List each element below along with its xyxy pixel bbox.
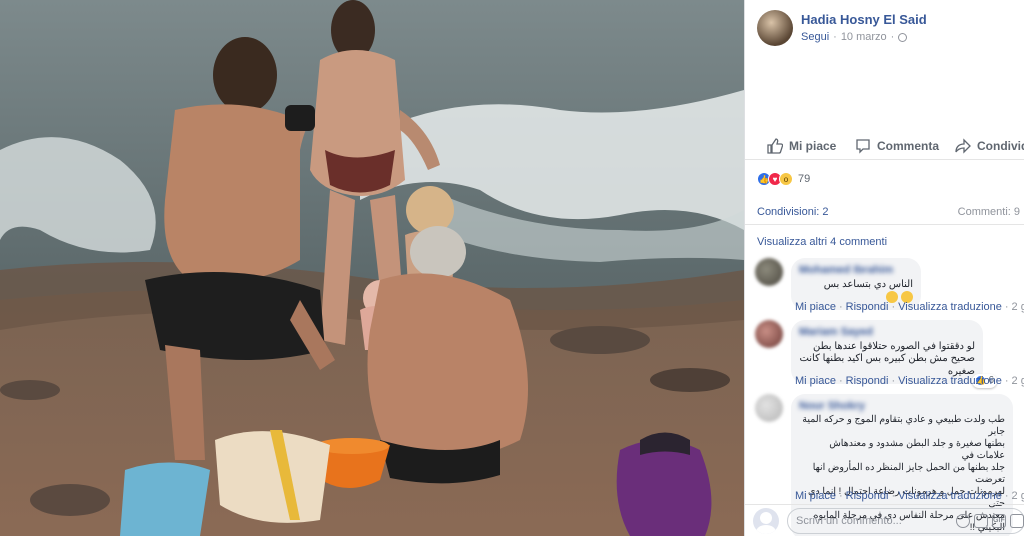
- commenter-avatar[interactable]: [755, 394, 783, 422]
- comment-like-link[interactable]: Mi piace: [795, 301, 836, 313]
- comment-item: Nour Shokry طب ولدت طبيعي و عادي بتقاوم …: [755, 394, 1024, 536]
- comment-translate-link[interactable]: Visualizza traduzione: [898, 301, 1002, 313]
- comment-button[interactable]: Commenta: [855, 138, 939, 154]
- comment-translate-link[interactable]: Visualizza traduzione: [898, 375, 1002, 387]
- commenter-avatar[interactable]: [755, 320, 783, 348]
- view-more-comments-link[interactable]: Visualizza altri 4 commenti: [757, 236, 887, 248]
- share-button[interactable]: Condividi: [955, 137, 1024, 154]
- comment-like-link[interactable]: Mi piace: [795, 375, 836, 387]
- comment-reply-link[interactable]: Rispondi: [846, 375, 889, 387]
- comment-reply-link[interactable]: Rispondi: [846, 490, 889, 502]
- comment-translate-link[interactable]: Visualizza traduzione: [898, 490, 1002, 502]
- comment-reply-link[interactable]: Rispondi: [846, 301, 889, 313]
- comment-icon: [856, 138, 870, 154]
- like-label: Mi piace: [789, 138, 837, 153]
- post-action-bar: Mi piace Commenta Condividi: [745, 132, 1024, 160]
- comment-like-link[interactable]: Mi piace: [795, 490, 836, 502]
- comment-age[interactable]: 2 g: [1012, 301, 1024, 313]
- comment-input-placeholder: Scrivi un commento...: [796, 514, 902, 527]
- comment-text-line: جلد بطنها من الحمل جايز المنظر ده المأرو…: [812, 462, 1005, 485]
- post-photo[interactable]: [0, 0, 744, 536]
- post-date[interactable]: 10 marzo: [841, 31, 887, 43]
- commenter-name[interactable]: Mariam Sayed: [799, 326, 975, 339]
- wow-icon: o: [779, 172, 793, 186]
- comment-text-line: بطنها صغيرة و جلد البطن مشدود و معندهاش …: [829, 438, 1005, 461]
- gif-icon[interactable]: GIF: [992, 513, 1006, 528]
- reaction-summary[interactable]: 👍 ♥ o 79: [757, 172, 810, 186]
- comment-text-line: طب ولدت طبيعي و عادي بتقاوم الموج و حركه…: [802, 414, 1005, 437]
- comment-actions: Mi piace · Rispondi · Visualizza traduzione ·…: [795, 301, 1024, 313]
- share-icon: [955, 137, 971, 154]
- sticker-icon[interactable]: [1010, 513, 1024, 528]
- comment-composer: Scrivi un commento... GIF: [745, 504, 1024, 536]
- comment-age[interactable]: 2 g: [1012, 375, 1024, 387]
- thumbs-up-icon: [767, 137, 783, 154]
- globe-icon: [898, 32, 908, 42]
- commenter-name[interactable]: Nour Shokry: [799, 400, 1005, 412]
- comment-actions: Mi piace · Rispondi · Visualizza traduzione ·…: [795, 490, 1024, 502]
- camera-icon[interactable]: [974, 513, 988, 528]
- post-side-panel: Hadia Hosny El Said Segui · 10 marzo · M…: [744, 0, 1024, 536]
- current-user-avatar: [753, 507, 779, 534]
- comment-text-line: لو دققتوا في الصوره حتلاقوا عندها بطن: [812, 340, 975, 352]
- commenter-avatar[interactable]: [755, 258, 783, 286]
- meta-separator: ·: [833, 31, 837, 43]
- emoji-icon[interactable]: [956, 513, 970, 528]
- comment-label: Commenta: [877, 138, 940, 153]
- commenter-name[interactable]: Mohamed Ibrahim: [799, 264, 913, 277]
- author-name[interactable]: Hadia Hosny El Said: [801, 12, 927, 27]
- comments-count[interactable]: Commenti: 9: [958, 206, 1020, 218]
- comment-item: Mohamed Ibrahim الناس دي بتساعد بس Mi pi…: [755, 258, 1024, 318]
- author-avatar[interactable]: [757, 10, 793, 46]
- comment-input[interactable]: Scrivi un commento... GIF: [787, 507, 1024, 534]
- shares-count[interactable]: Condivisioni: 2: [757, 206, 829, 218]
- share-label: Condividi: [977, 138, 1024, 153]
- comment-age[interactable]: 2 g: [1012, 490, 1024, 502]
- comment-item: Mariam Sayed لو دققتوا في الصوره حتلاقوا…: [755, 320, 1024, 390]
- divider: [745, 224, 1024, 225]
- like-button[interactable]: Mi piace: [767, 137, 837, 154]
- comment-actions: Mi piace · Rispondi · Visualizza traduzione ·…: [795, 375, 1024, 387]
- meta-separator: ·: [890, 31, 895, 43]
- beach-photo-image: [0, 0, 744, 536]
- post-header: Hadia Hosny El Said Segui · 10 marzo ·: [757, 10, 927, 50]
- post-meta: Segui · 10 marzo ·: [801, 31, 927, 43]
- comment-text: الناس دي بتساعد بس: [823, 278, 913, 290]
- reaction-count: 79: [798, 173, 811, 185]
- follow-link[interactable]: Segui: [801, 31, 829, 43]
- photo-viewer: Hadia Hosny El Said Segui · 10 marzo · M…: [0, 0, 1024, 536]
